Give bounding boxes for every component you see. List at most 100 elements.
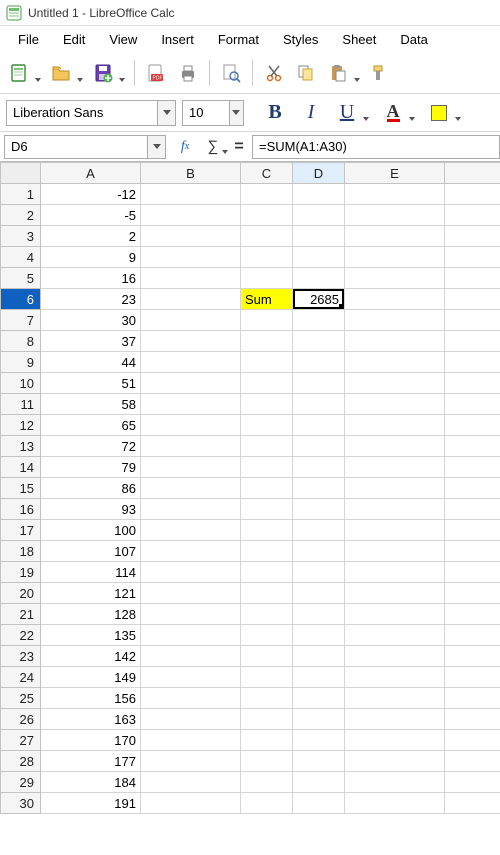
row-header[interactable]: 27	[1, 730, 41, 751]
cell[interactable]	[345, 562, 445, 583]
cell[interactable]: 177	[41, 751, 141, 772]
cell[interactable]	[141, 541, 241, 562]
cell[interactable]	[141, 247, 241, 268]
cell[interactable]	[345, 520, 445, 541]
row-header[interactable]: 7	[1, 310, 41, 331]
cell[interactable]	[345, 394, 445, 415]
cell[interactable]	[241, 604, 293, 625]
row-header[interactable]: 28	[1, 751, 41, 772]
cell[interactable]	[345, 310, 445, 331]
cell[interactable]: Sum	[241, 289, 293, 310]
row-header[interactable]: 4	[1, 247, 41, 268]
cell[interactable]	[445, 667, 500, 688]
cell[interactable]	[445, 625, 500, 646]
cell[interactable]	[141, 688, 241, 709]
paste-button[interactable]	[323, 58, 363, 88]
menu-view[interactable]: View	[99, 29, 147, 50]
cell[interactable]	[141, 730, 241, 751]
copy-button[interactable]	[291, 58, 321, 88]
cell[interactable]: 86	[41, 478, 141, 499]
cell[interactable]	[293, 436, 345, 457]
cell[interactable]: 44	[41, 352, 141, 373]
cell[interactable]	[241, 667, 293, 688]
cell[interactable]	[141, 625, 241, 646]
row-header[interactable]: 15	[1, 478, 41, 499]
row-header[interactable]: 19	[1, 562, 41, 583]
cell[interactable]	[445, 730, 500, 751]
cell[interactable]	[345, 331, 445, 352]
cell[interactable]	[445, 772, 500, 793]
row-header[interactable]: 3	[1, 226, 41, 247]
cell[interactable]	[293, 184, 345, 205]
cell[interactable]	[345, 646, 445, 667]
name-box-dropdown-button[interactable]	[147, 136, 165, 158]
cell[interactable]	[293, 646, 345, 667]
cell[interactable]	[241, 373, 293, 394]
cell[interactable]	[241, 541, 293, 562]
cell[interactable]	[293, 331, 345, 352]
cell[interactable]: 135	[41, 625, 141, 646]
cell[interactable]: 51	[41, 373, 141, 394]
cell[interactable]	[293, 394, 345, 415]
cell[interactable]	[141, 751, 241, 772]
cell[interactable]	[141, 289, 241, 310]
cell[interactable]	[445, 793, 500, 814]
cell[interactable]	[445, 373, 500, 394]
cell[interactable]	[293, 373, 345, 394]
cell[interactable]	[345, 268, 445, 289]
underline-button[interactable]: U	[332, 98, 372, 128]
row-header[interactable]: 1	[1, 184, 41, 205]
row-header[interactable]: 5	[1, 268, 41, 289]
font-color-button[interactable]: A	[378, 98, 418, 128]
cell[interactable]	[445, 646, 500, 667]
menu-format[interactable]: Format	[208, 29, 269, 50]
cell[interactable]: 65	[41, 415, 141, 436]
cell[interactable]	[241, 226, 293, 247]
menu-sheet[interactable]: Sheet	[332, 29, 386, 50]
cell[interactable]	[241, 772, 293, 793]
cell[interactable]	[241, 499, 293, 520]
cell[interactable]: 156	[41, 688, 141, 709]
cell[interactable]: 23	[41, 289, 141, 310]
cell[interactable]	[445, 457, 500, 478]
cell[interactable]	[345, 436, 445, 457]
cell[interactable]: 79	[41, 457, 141, 478]
cell[interactable]	[141, 310, 241, 331]
cell[interactable]	[293, 541, 345, 562]
cell[interactable]: 30	[41, 310, 141, 331]
cell[interactable]	[241, 352, 293, 373]
cell[interactable]	[141, 793, 241, 814]
row-header[interactable]: 25	[1, 688, 41, 709]
cell[interactable]	[241, 520, 293, 541]
menu-insert[interactable]: Insert	[151, 29, 204, 50]
cell[interactable]	[445, 205, 500, 226]
cell[interactable]	[241, 436, 293, 457]
row-header[interactable]: 20	[1, 583, 41, 604]
cell[interactable]: 2	[41, 226, 141, 247]
cell[interactable]	[345, 205, 445, 226]
cell[interactable]	[345, 289, 445, 310]
italic-button[interactable]: I	[296, 98, 326, 128]
cell[interactable]	[345, 625, 445, 646]
cell[interactable]	[293, 751, 345, 772]
cell[interactable]: 93	[41, 499, 141, 520]
cell[interactable]	[293, 688, 345, 709]
col-header-B[interactable]: B	[141, 163, 241, 184]
row-header[interactable]: 13	[1, 436, 41, 457]
cell[interactable]	[345, 604, 445, 625]
cell[interactable]	[141, 268, 241, 289]
cell[interactable]	[241, 247, 293, 268]
cell[interactable]	[293, 205, 345, 226]
cell[interactable]	[445, 394, 500, 415]
row-header[interactable]: 23	[1, 646, 41, 667]
cell[interactable]	[293, 268, 345, 289]
cell[interactable]	[345, 247, 445, 268]
row-header[interactable]: 26	[1, 709, 41, 730]
cell[interactable]	[241, 583, 293, 604]
cell[interactable]	[293, 310, 345, 331]
cell[interactable]	[293, 520, 345, 541]
font-size-dropdown-button[interactable]	[229, 101, 243, 125]
cell[interactable]: 16	[41, 268, 141, 289]
cell[interactable]: 72	[41, 436, 141, 457]
cell[interactable]	[445, 247, 500, 268]
